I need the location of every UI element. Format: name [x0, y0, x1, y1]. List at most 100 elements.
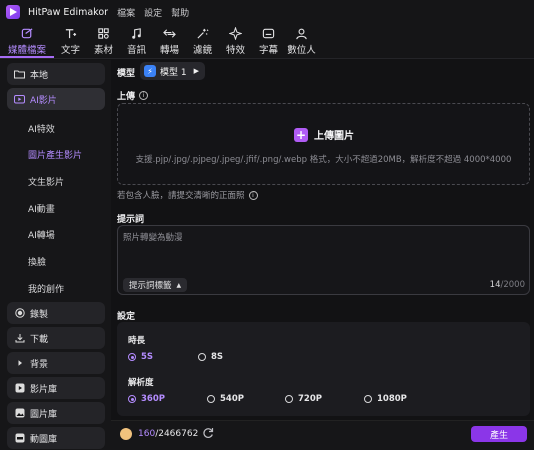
sidebar: 本地 AI影片 AI特效 圖片產生影片 文生影片 AI動畫 AI轉場 換臉 我的…: [0, 60, 111, 450]
sidebar-item-label: 背景: [30, 359, 49, 370]
sidebar-subitem-text-to-video[interactable]: 文生影片: [28, 175, 64, 188]
sidebar-item-video-library[interactable]: 影片庫: [7, 377, 105, 399]
upload-hint: 支援.pjp/.jpg/.pjpeg/.jpeg/.jfif/.png/.web…: [135, 155, 512, 165]
tab-media-label: 媒體檔案: [7, 44, 46, 56]
character-counter: 14/2000: [490, 280, 525, 290]
tab-filter[interactable]: 濾鏡: [186, 24, 219, 58]
radio-icon: [207, 395, 215, 403]
duration-label: 時長: [128, 336, 146, 346]
sidebar-item-image-library[interactable]: 圖片庫: [7, 402, 105, 424]
chevron-right-icon: ▶: [193, 67, 199, 75]
resolution-option-label: 1080P: [377, 394, 407, 404]
credits-total: /2466762: [155, 429, 199, 439]
material-icon: [98, 27, 109, 39]
tab-digital-human[interactable]: 數位人: [285, 24, 318, 58]
duration-option-label: 8S: [211, 352, 224, 362]
upload-button-label: 上傳圖片: [314, 131, 354, 142]
tab-media[interactable]: 媒體檔案: [0, 24, 54, 58]
tab-material-label: 素材: [93, 44, 113, 56]
duration-option-5s[interactable]: 5S: [128, 352, 153, 362]
menu-file[interactable]: 檔案: [117, 6, 135, 19]
resolution-option-360p[interactable]: 360P: [128, 394, 165, 404]
generate-button[interactable]: 產生: [471, 426, 527, 442]
sidebar-item-label: 下載: [30, 334, 49, 345]
sidebar-subitem-ai-animation[interactable]: AI動畫: [28, 202, 55, 215]
menu-help[interactable]: 幫助: [171, 6, 189, 19]
sidebar-item-label: 圖片庫: [30, 409, 58, 420]
tab-audio-label: 音訊: [126, 44, 146, 56]
tab-text[interactable]: 文字: [54, 24, 87, 58]
radio-icon: [285, 395, 293, 403]
upload-section-title: 上傳 i: [117, 89, 149, 102]
coin-icon: [120, 428, 132, 440]
tab-audio[interactable]: 音訊: [120, 24, 153, 58]
text-icon: [65, 28, 77, 38]
duration-option-8s[interactable]: 8S: [198, 352, 223, 362]
sidebar-item-local[interactable]: 本地: [7, 63, 105, 85]
app-name: HitPaw Edimakor: [28, 6, 109, 18]
tab-text-label: 文字: [60, 44, 80, 56]
info-icon[interactable]: i: [248, 190, 258, 200]
sidebar-item-record[interactable]: 錄製: [7, 302, 105, 324]
filter-icon: [197, 28, 209, 39]
media-icon: [21, 27, 32, 38]
resolution-option-720p[interactable]: 720P: [285, 394, 322, 404]
info-icon[interactable]: i: [139, 91, 149, 100]
sidebar-subitem-ai-effects[interactable]: AI特效: [28, 122, 55, 135]
sidebar-subitem-my-creations[interactable]: 我的創作: [28, 282, 64, 295]
video-library-icon: [14, 383, 25, 394]
sidebar-item-background[interactable]: 背景: [7, 352, 105, 374]
effects-icon: [229, 26, 242, 40]
sidebar-subitem-ai-transition[interactable]: AI轉場: [28, 228, 55, 241]
plus-icon: +: [294, 127, 308, 142]
menu-settings[interactable]: 設定: [144, 6, 162, 19]
prompt-box: 提示詞標籤 ▲ 14/2000: [117, 225, 530, 295]
upload-image-button[interactable]: + 上傳圖片: [294, 127, 354, 142]
sidebar-item-label: 本地: [30, 70, 49, 81]
radio-icon: [128, 395, 136, 403]
upload-dropzone[interactable]: + 上傳圖片 支援.pjp/.jpg/.pjpeg/.jpeg/.jfif/.p…: [117, 103, 530, 185]
settings-panel: 時長 5S 8S 解析度 360P 540P 720P 1080P: [117, 322, 530, 416]
chevron-right-icon: [14, 358, 25, 369]
sidebar-item-gif-library[interactable]: 動圖庫: [7, 427, 105, 449]
tab-transition-label: 轉場: [159, 44, 179, 56]
refresh-icon[interactable]: [202, 427, 214, 439]
radio-icon: [364, 395, 372, 403]
tab-subtitle[interactable]: 字幕: [252, 24, 285, 58]
resolution-option-1080p[interactable]: 1080P: [364, 394, 407, 404]
radio-icon: [128, 353, 136, 361]
duration-option-label: 5S: [141, 352, 154, 362]
settings-label: 設定: [117, 312, 136, 322]
credits-used: 160: [138, 429, 156, 439]
model-selector[interactable]: ⚡ 模型 1 ▶: [140, 62, 205, 80]
subtitle-icon: [262, 28, 275, 38]
main-toolbar: 媒體檔案 文字 素材 音訊 轉場 濾鏡 特效 字幕 數位人: [0, 24, 534, 59]
char-count: 14: [489, 280, 501, 290]
tab-material[interactable]: 素材: [87, 24, 120, 58]
face-note-text: 若包含人臉，請提交清晰的正面照: [117, 191, 245, 201]
lightning-icon: ⚡: [144, 65, 156, 77]
caret-up-icon: ▲: [176, 281, 182, 289]
record-icon: [14, 308, 25, 319]
face-note: 若包含人臉，請提交清晰的正面照 i: [117, 189, 258, 201]
credits-display: 160/2466762: [138, 429, 198, 439]
resolution-option-540p[interactable]: 540P: [207, 394, 244, 404]
model-value: 模型 1: [160, 67, 187, 78]
model-label: 模型: [117, 69, 136, 79]
prompt-tags-button[interactable]: 提示詞標籤 ▲: [123, 278, 188, 292]
audio-icon: [132, 27, 141, 39]
sidebar-subitem-image-to-video[interactable]: 圖片產生影片: [28, 148, 82, 161]
tab-transition[interactable]: 轉場: [153, 24, 186, 58]
sidebar-item-ai-video[interactable]: AI影片: [7, 88, 105, 110]
tab-effects-label: 特效: [225, 44, 245, 56]
resolution-option-label: 360P: [141, 394, 165, 404]
prompt-input[interactable]: [123, 231, 518, 271]
image-library-icon: [14, 408, 25, 419]
sidebar-item-download[interactable]: 下載: [7, 327, 105, 349]
resolution-option-label: 540P: [220, 394, 244, 404]
sidebar-subitem-face-swap[interactable]: 換臉: [28, 255, 46, 268]
sidebar-item-label: 動圖庫: [30, 434, 58, 445]
tab-effects[interactable]: 特效: [219, 24, 252, 58]
gif-icon: [14, 433, 25, 444]
digital-human-icon: [296, 28, 307, 39]
